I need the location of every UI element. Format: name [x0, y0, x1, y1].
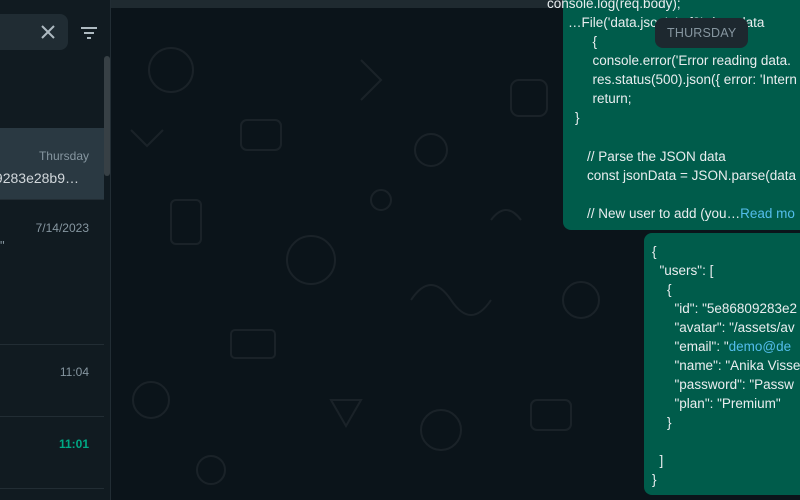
message-line: "name": "Anika Visse	[652, 358, 800, 373]
filter-icon[interactable]	[78, 22, 100, 44]
message-line: "password": "Passw	[652, 377, 794, 392]
message-line: "plan": "Premium"	[652, 396, 781, 411]
message-line: const jsonData = JSON.parse(data	[587, 168, 796, 183]
read-more-link[interactable]: Read mo	[740, 206, 795, 221]
message-text: // New user to add (you…	[587, 206, 741, 221]
message-line: // New user to add (you…Read mo	[587, 204, 795, 223]
message-line: }	[652, 472, 657, 487]
conversation-panel: console.log(req.body); …File('data.json'…	[111, 0, 800, 500]
message-line: // Parse the JSON data	[587, 149, 726, 164]
outgoing-message: { "users": [ { "id": "5e86809283e2 "avat…	[644, 233, 800, 495]
message-line: console.log(req.body);	[547, 0, 681, 11]
message-line: {	[652, 282, 672, 297]
date-divider: THURSDAY	[655, 18, 749, 48]
chat-time: Thursday	[38, 149, 89, 163]
app-window: Thursday 9283e28b9… 7/14/2023 " 11:04 11…	[0, 0, 800, 500]
message-line: return;	[585, 91, 632, 106]
message-line: res.status(500).json({ error: 'Intern	[585, 72, 797, 87]
chat-preview: 9283e28b9…	[0, 170, 79, 186]
chat-list-item[interactable]: Thursday 9283e28b9…	[0, 128, 104, 200]
message-line: console.error('Error reading data.	[585, 53, 791, 68]
message-line: "avatar": "/assets/av	[652, 320, 795, 335]
chat-time: 11:04	[59, 365, 89, 379]
chat-list-item[interactable]: 7/14/2023 "	[0, 200, 104, 345]
message-line: }	[652, 415, 672, 430]
message-line: "id": "5e86809283e2	[652, 301, 798, 316]
message-line: ]	[652, 453, 664, 468]
message-line: }	[575, 110, 580, 125]
chat-list-item[interactable]: 11:01	[0, 417, 104, 489]
chat-list-item[interactable]: 11:04	[0, 345, 104, 417]
message-line: {	[585, 34, 598, 49]
chat-preview: "	[0, 238, 5, 253]
message-line: "users": [	[652, 263, 714, 278]
message-line: "email": "demo@de	[652, 337, 792, 356]
email-link[interactable]: demo@de	[729, 339, 792, 354]
close-icon[interactable]	[38, 22, 58, 42]
chat-time: 7/14/2023	[35, 221, 89, 235]
chat-time-unread: 11:01	[58, 437, 89, 451]
message-text: "email": "	[652, 339, 729, 354]
chat-list-panel: Thursday 9283e28b9… 7/14/2023 " 11:04 11…	[0, 0, 110, 500]
message-line: {	[652, 244, 657, 259]
